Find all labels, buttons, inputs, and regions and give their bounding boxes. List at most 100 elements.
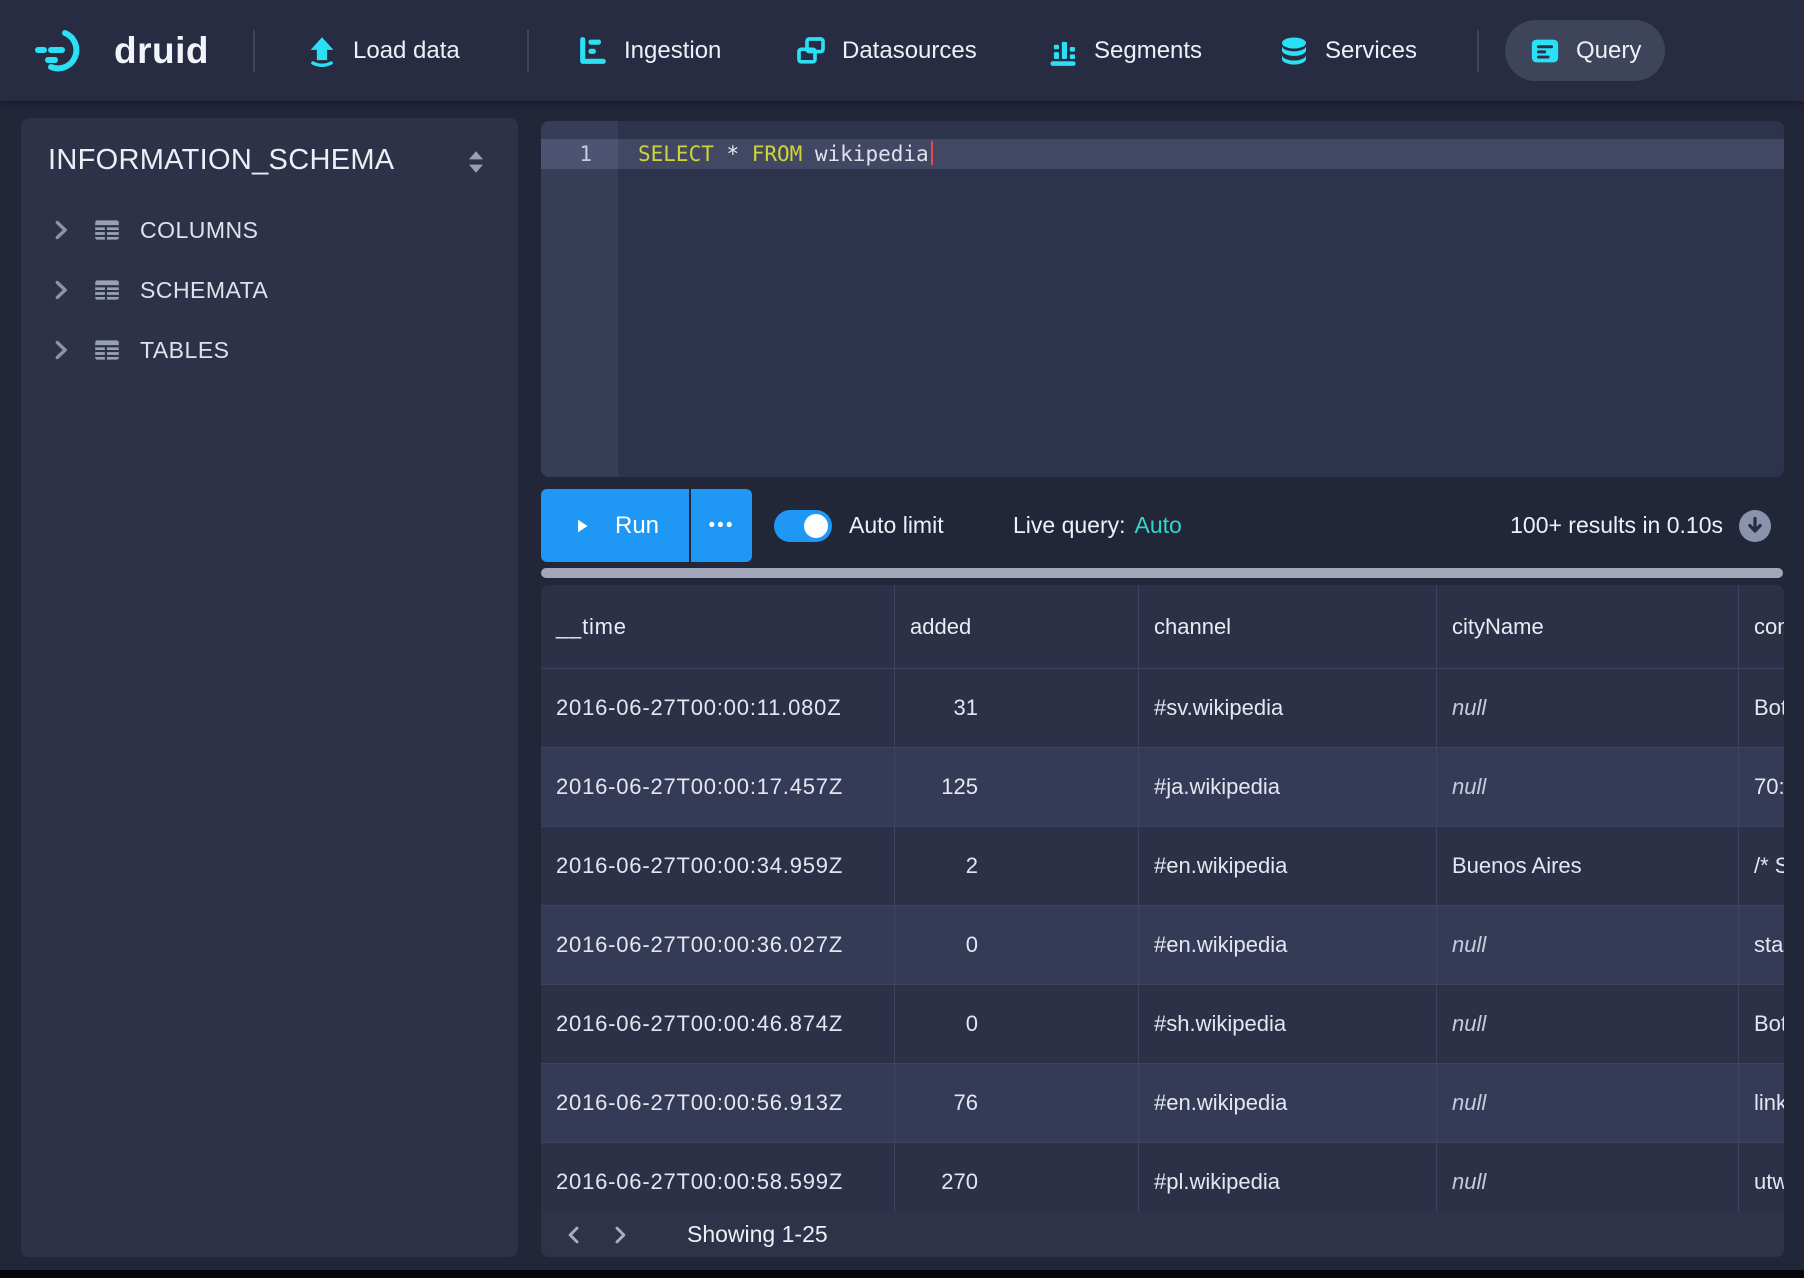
table-row: 2016-06-27T00:00:11.080Z 31 #sv.wikipedi… xyxy=(541,669,1784,748)
download-button[interactable] xyxy=(1739,510,1771,542)
cell-added[interactable]: 0 xyxy=(895,985,1139,1063)
column-header-cityname[interactable]: cityName xyxy=(1437,585,1739,668)
cell-cityname[interactable]: null xyxy=(1437,669,1739,747)
nav-item-services[interactable]: Services xyxy=(1278,0,1417,101)
cell-time[interactable]: 2016-06-27T00:00:11.080Z xyxy=(541,669,895,747)
nav-divider xyxy=(253,30,255,72)
cell-added[interactable]: 76 xyxy=(895,1064,1139,1142)
sql-keyword: SELECT xyxy=(638,142,714,166)
horizontal-scrollbar[interactable] xyxy=(541,568,1783,578)
nav-item-query[interactable]: Query xyxy=(1505,20,1665,81)
cell-added[interactable]: 270 xyxy=(895,1143,1139,1221)
cell-comment[interactable]: Bot xyxy=(1739,985,1784,1063)
live-query-control: Live query: Auto xyxy=(1013,489,1182,562)
table-icon xyxy=(92,335,122,365)
run-more-button[interactable]: ••• xyxy=(691,489,752,562)
cell-added[interactable]: 125 xyxy=(895,748,1139,826)
cell-added[interactable]: 0 xyxy=(895,906,1139,984)
table-row: 2016-06-27T00:00:34.959Z 2 #en.wikipedia… xyxy=(541,827,1784,906)
datasources-icon xyxy=(795,35,827,67)
tree-item-schemata[interactable]: SCHEMATA xyxy=(21,260,518,320)
column-header-added[interactable]: added xyxy=(895,585,1139,668)
cell-cityname[interactable]: null xyxy=(1437,1064,1739,1142)
cell-time[interactable]: 2016-06-27T00:00:34.959Z xyxy=(541,827,895,905)
live-query-value[interactable]: Auto xyxy=(1135,512,1182,539)
cell-channel[interactable]: #en.wikipedia xyxy=(1139,1064,1437,1142)
nav-item-load-data[interactable]: Load data xyxy=(306,0,460,101)
cell-added[interactable]: 31 xyxy=(895,669,1139,747)
druid-logo[interactable]: druid xyxy=(34,0,209,101)
query-results-panel: __time added channel cityName comment 20… xyxy=(541,585,1784,1257)
cell-added[interactable]: 2 xyxy=(895,827,1139,905)
cell-cityname[interactable]: null xyxy=(1437,748,1739,826)
cell-comment[interactable]: /* S xyxy=(1739,827,1784,905)
nav-item-label: Ingestion xyxy=(624,37,721,65)
column-header-comment[interactable]: comment xyxy=(1739,585,1784,668)
ingestion-icon xyxy=(577,35,609,67)
pagination-text: Showing 1-25 xyxy=(687,1221,828,1248)
logo-text: druid xyxy=(114,30,209,72)
line-number: 1 xyxy=(541,139,592,169)
cell-channel[interactable]: #sh.wikipedia xyxy=(1139,985,1437,1063)
chevron-right-icon xyxy=(48,217,74,243)
cell-time[interactable]: 2016-06-27T00:00:36.027Z xyxy=(541,906,895,984)
cell-time[interactable]: 2016-06-27T00:00:17.457Z xyxy=(541,748,895,826)
cell-comment[interactable]: utw xyxy=(1739,1143,1784,1221)
cell-time[interactable]: 2016-06-27T00:00:58.599Z xyxy=(541,1143,895,1221)
nav-divider xyxy=(527,30,529,72)
tree-item-tables[interactable]: TABLES xyxy=(21,320,518,380)
table-icon xyxy=(92,215,122,245)
cell-time[interactable]: 2016-06-27T00:00:56.913Z xyxy=(541,1064,895,1142)
text-cursor xyxy=(931,141,933,165)
toggle-knob xyxy=(804,514,828,538)
cell-channel[interactable]: #pl.wikipedia xyxy=(1139,1143,1437,1221)
column-header-channel[interactable]: channel xyxy=(1139,585,1437,668)
chevron-right-icon xyxy=(48,277,74,303)
auto-limit-label[interactable]: Auto limit xyxy=(849,489,944,562)
sql-query-text[interactable]: SELECT*FROMwikipedia xyxy=(638,139,933,169)
table-row: 2016-06-27T00:00:58.599Z 270 #pl.wikiped… xyxy=(541,1143,1784,1222)
druid-logo-icon xyxy=(34,26,100,76)
table-icon xyxy=(92,275,122,305)
cell-channel[interactable]: #sv.wikipedia xyxy=(1139,669,1437,747)
play-icon xyxy=(571,515,593,537)
tree-item-label: COLUMNS xyxy=(140,217,259,244)
cell-channel[interactable]: #ja.wikipedia xyxy=(1139,748,1437,826)
run-button[interactable]: Run xyxy=(541,489,689,562)
cell-channel[interactable]: #en.wikipedia xyxy=(1139,906,1437,984)
cell-time[interactable]: 2016-06-27T00:00:46.874Z xyxy=(541,985,895,1063)
next-page-button[interactable] xyxy=(605,1220,635,1250)
sql-operator: * xyxy=(726,142,739,166)
cell-cityname[interactable]: Buenos Aires xyxy=(1437,827,1739,905)
cell-cityname[interactable]: null xyxy=(1437,906,1739,984)
schema-title: INFORMATION_SCHEMA xyxy=(48,144,394,177)
nav-item-ingestion[interactable]: Ingestion xyxy=(577,0,721,101)
load-data-icon xyxy=(306,35,338,67)
prev-page-button[interactable] xyxy=(559,1220,589,1250)
sql-identifier: wikipedia xyxy=(815,142,929,166)
nav-item-label: Query xyxy=(1576,37,1641,65)
tree-item-label: TABLES xyxy=(140,337,230,364)
cell-comment[interactable]: sta xyxy=(1739,906,1784,984)
nav-item-segments[interactable]: Segments xyxy=(1047,0,1202,101)
cell-cityname[interactable]: null xyxy=(1437,985,1739,1063)
table-row: 2016-06-27T00:00:46.874Z 0 #sh.wikipedia… xyxy=(541,985,1784,1064)
segments-icon xyxy=(1047,35,1079,67)
cell-cityname[interactable]: null xyxy=(1437,1143,1739,1221)
cell-comment[interactable]: Bot xyxy=(1739,669,1784,747)
schema-sort-button[interactable] xyxy=(461,146,491,178)
sql-editor[interactable]: 1 SELECT*FROMwikipedia xyxy=(541,121,1784,477)
nav-item-label: Load data xyxy=(353,37,460,65)
column-header-time[interactable]: __time xyxy=(541,585,895,668)
run-button-label: Run xyxy=(615,512,659,540)
editor-gutter xyxy=(541,121,618,477)
cell-comment[interactable]: 70: xyxy=(1739,748,1784,826)
nav-item-datasources[interactable]: Datasources xyxy=(795,0,977,101)
schema-sidebar: INFORMATION_SCHEMA xyxy=(21,118,518,1257)
tree-item-columns[interactable]: COLUMNS xyxy=(21,200,518,260)
live-query-label: Live query: xyxy=(1013,512,1126,539)
cell-channel[interactable]: #en.wikipedia xyxy=(1139,827,1437,905)
druid-console: druid Load data Ingestion xyxy=(0,0,1804,1278)
auto-limit-toggle[interactable] xyxy=(774,510,832,542)
cell-comment[interactable]: link xyxy=(1739,1064,1784,1142)
